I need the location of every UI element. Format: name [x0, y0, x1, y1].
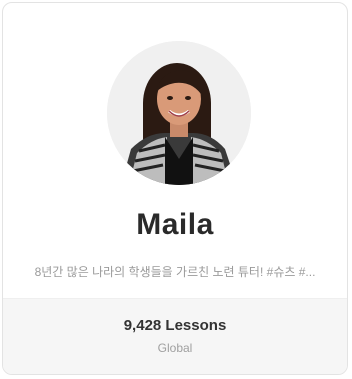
- avatar-photo-illustration: [107, 41, 251, 185]
- tutor-region: Global: [157, 341, 193, 355]
- tutor-avatar: [107, 41, 251, 185]
- card-footer: 9,428 Lessons Global: [3, 298, 347, 374]
- lesson-count: 9,428 Lessons: [123, 317, 227, 334]
- tutor-name: Maila: [136, 208, 214, 241]
- tutor-description: 8년간 많은 나라의 학생들을 가르친 노련 튜터! #슈츠 #...: [34, 265, 316, 279]
- tutor-card[interactable]: Maila 8년간 많은 나라의 학생들을 가르친 노련 튜터! #슈츠 #..…: [2, 2, 348, 375]
